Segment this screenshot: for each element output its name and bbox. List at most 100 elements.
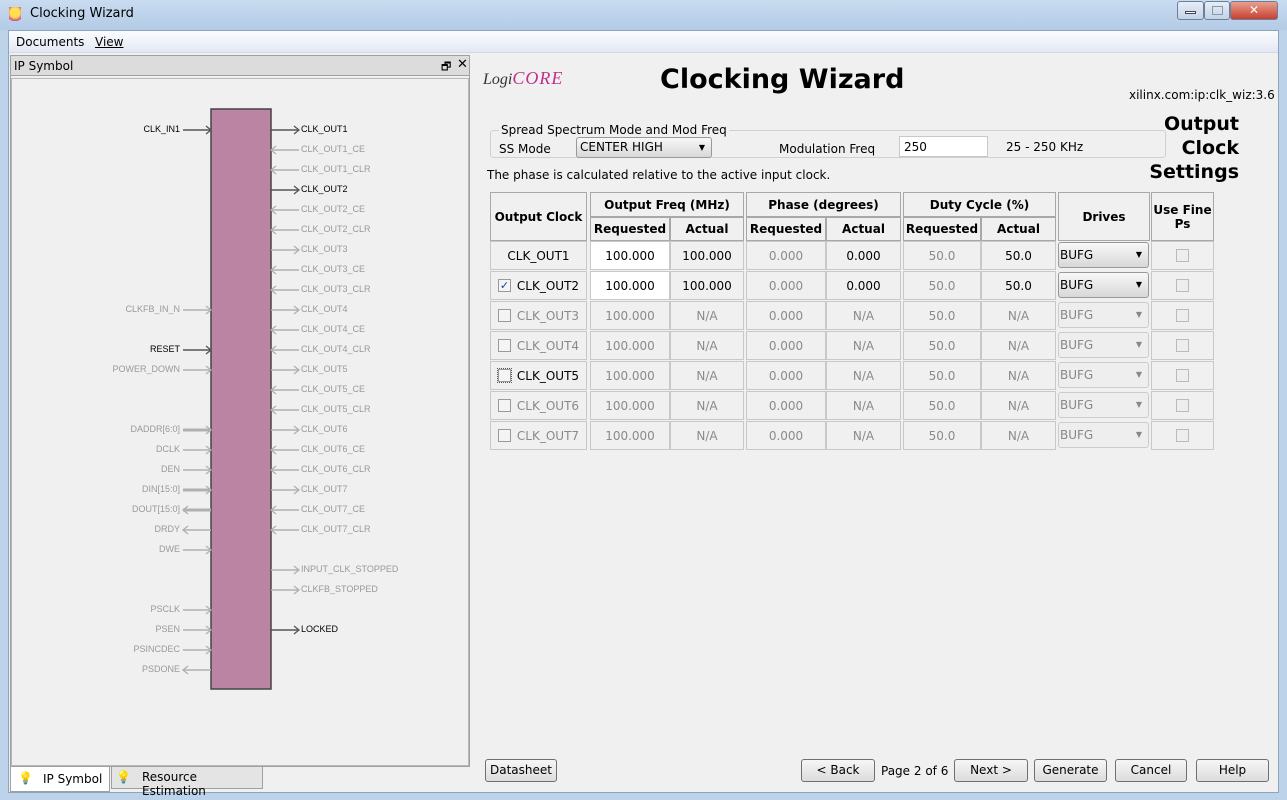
fine-ps-checkbox[interactable]	[1176, 399, 1189, 412]
menu-view[interactable]: View	[95, 35, 123, 49]
duty-requested-input[interactable]: 50.0	[903, 271, 981, 300]
output-clock-cell[interactable]: CLK_OUT7	[490, 421, 587, 450]
tab-ip-symbol[interactable]: 💡 IP Symbol	[10, 767, 110, 792]
datasheet-button[interactable]: Datasheet	[485, 759, 557, 782]
output-clock-cell[interactable]: CLK_OUT3	[490, 301, 587, 330]
ip-symbol-panel: IP Symbol 🗗 ✕ CLK_IN1 CLKFB_IN_N RESET POWE…	[10, 55, 470, 767]
phase-actual: N/A	[826, 391, 901, 420]
fine-ps-checkbox[interactable]	[1176, 279, 1189, 292]
cell-text: N/A	[1007, 398, 1030, 413]
pin-psen	[183, 625, 213, 635]
header-use-fine-ps: Use Fine Ps	[1151, 192, 1214, 241]
output-clock-cell[interactable]: CLK_OUT4	[490, 331, 587, 360]
help-button[interactable]: Help	[1196, 759, 1269, 782]
enable-checkbox[interactable]	[497, 429, 511, 442]
phase-requested-input[interactable]: 0.000	[746, 241, 826, 270]
enable-checkbox[interactable]: ✓	[497, 279, 511, 292]
enable-checkbox[interactable]	[497, 339, 511, 352]
pin-clk_out1_ce	[269, 145, 299, 155]
drives-select[interactable]: BUFG ▼	[1058, 362, 1149, 388]
pin-clk_out4_clr	[269, 345, 299, 355]
pin-label: DADDR[6:0]	[130, 424, 180, 434]
ss-mode-label: SS Mode	[499, 142, 551, 156]
drives-select[interactable]: BUFG ▼	[1058, 392, 1149, 418]
duty-requested-input: 50.0	[903, 421, 981, 450]
minimize-button[interactable]	[1177, 1, 1204, 20]
pin-clk_out6	[271, 425, 301, 435]
ss-mode-select[interactable]: CENTER HIGH ▼	[576, 137, 712, 158]
duty-requested-input[interactable]: 50.0	[903, 241, 981, 270]
drives-select[interactable]: BUFG ▼	[1058, 272, 1149, 298]
pin-label: DEN	[160, 464, 180, 474]
freq-requested-input[interactable]: 100.000	[590, 271, 670, 300]
enable-checkbox[interactable]	[496, 368, 512, 383]
restore-icon[interactable]: 🗗	[441, 58, 451, 77]
cell-text: 50.0	[928, 338, 956, 353]
ip-vlnv: xilinx.com:ip:clk_wiz:3.6	[1129, 88, 1275, 102]
generate-button[interactable]: Generate	[1034, 759, 1107, 782]
maximize-button[interactable]	[1204, 1, 1230, 20]
drives-select[interactable]: BUFG ▼	[1058, 302, 1149, 328]
freq-actual: N/A	[670, 301, 744, 330]
drives-value: BUFG	[1060, 398, 1094, 412]
fine-ps-checkbox[interactable]	[1176, 309, 1189, 322]
back-button[interactable]: < Back	[801, 759, 875, 782]
freq-requested-input[interactable]: 100.000	[590, 241, 670, 270]
fine-ps-checkbox[interactable]	[1176, 369, 1189, 382]
duty-actual: N/A	[981, 301, 1056, 330]
pin-clk_out7_clr	[269, 525, 299, 535]
menu-documents[interactable]: Documents	[16, 35, 84, 49]
fine-ps-checkbox[interactable]	[1176, 339, 1189, 352]
enable-checkbox[interactable]	[497, 309, 511, 322]
chevron-down-icon: ▼	[1135, 400, 1142, 409]
pin-label: DRDY	[154, 524, 180, 534]
menu-bar: Documents View	[9, 31, 1278, 53]
drives-select[interactable]: BUFG ▼	[1058, 332, 1149, 358]
chevron-down-icon: ▼	[1135, 280, 1142, 289]
pin-label: LOCKED	[301, 624, 339, 634]
phase-actual: N/A	[826, 421, 901, 450]
cell-text: 0.000	[846, 278, 881, 293]
cell-text: Actual	[997, 222, 1040, 236]
ip-block	[210, 108, 272, 690]
freq-actual: 100.000	[670, 271, 744, 300]
pin-clk_out1_clr	[269, 165, 299, 175]
duty-actual: N/A	[981, 331, 1056, 360]
cell-text: 100.000	[605, 428, 655, 443]
drives-value: BUFG	[1060, 308, 1094, 322]
cell-text: N/A	[852, 308, 875, 323]
phase-requested-input: 0.000	[746, 331, 826, 360]
header-requested: Requested	[903, 217, 981, 241]
fine-ps-checkbox[interactable]	[1176, 249, 1189, 262]
panel-header: IP Symbol 🗗 ✕	[11, 56, 469, 76]
mod-freq-input[interactable]: 250	[899, 136, 988, 157]
close-icon[interactable]: ✕	[457, 57, 468, 72]
clock-name: CLK_OUT6	[516, 398, 580, 413]
drives-value: BUFG	[1060, 338, 1094, 352]
phase-requested-input[interactable]: 0.000	[746, 271, 826, 300]
mod-freq-range: 25 - 250 KHz	[1006, 140, 1084, 154]
pin-label: CLK_OUT6_CLR	[301, 464, 371, 474]
next-button[interactable]: Next >	[954, 759, 1028, 782]
pin-label: CLK_OUT3_CE	[301, 264, 366, 274]
title-bar: Clocking Wizard ✕	[0, 0, 1287, 30]
output-clock-cell[interactable]: ✓ CLK_OUT2	[490, 271, 587, 300]
cell-text: 0.000	[768, 368, 804, 383]
pin-den	[183, 465, 213, 475]
drives-select[interactable]: BUFG ▼	[1058, 422, 1149, 448]
tab-resource-estimation[interactable]: 💡 Resource Estimation	[111, 767, 263, 798]
output-clock-cell[interactable]: CLK_OUT5	[490, 361, 587, 390]
drives-select[interactable]: BUFG ▼	[1058, 242, 1149, 268]
output-clock-cell[interactable]: CLK_OUT6	[490, 391, 587, 420]
pin-label: CLK_OUT2_CLR	[301, 224, 371, 234]
cancel-button[interactable]: Cancel	[1115, 759, 1187, 782]
fine-ps-checkbox[interactable]	[1176, 429, 1189, 442]
page-title: Clocking Wizard	[660, 64, 905, 95]
cell-text: N/A	[696, 428, 718, 443]
enable-checkbox[interactable]	[497, 399, 511, 412]
chevron-down-icon: ▼	[1135, 250, 1142, 259]
window-title: Clocking Wizard	[30, 6, 134, 21]
cell-text: 50.0	[928, 248, 956, 263]
close-button[interactable]: ✕	[1230, 1, 1278, 20]
pin-label: DOUT[15:0]	[131, 504, 180, 514]
